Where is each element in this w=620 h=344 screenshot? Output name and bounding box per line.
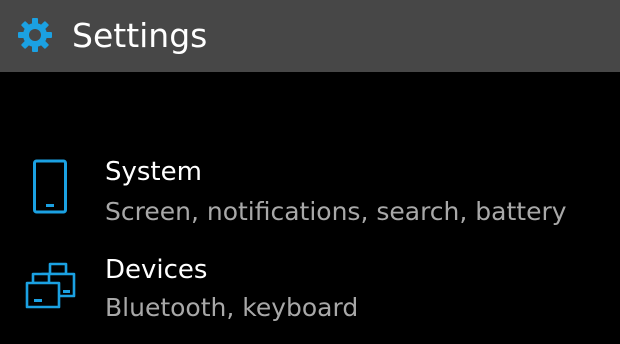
item-title: System bbox=[105, 157, 202, 187]
devices-icon bbox=[25, 262, 76, 309]
settings-item-devices[interactable]: Devices Bluetooth, keyboard bbox=[0, 248, 620, 344]
item-subtitle: Bluetooth, keyboard bbox=[105, 293, 359, 322]
settings-item-system[interactable]: System Screen, notifications, search, ba… bbox=[0, 150, 620, 246]
title-bar: Settings bbox=[0, 0, 620, 72]
phone-icon bbox=[33, 159, 67, 214]
gear-icon bbox=[18, 18, 52, 52]
item-title: Devices bbox=[105, 255, 208, 285]
page-title: Settings bbox=[72, 16, 208, 55]
item-subtitle: Screen, notifications, search, battery bbox=[105, 197, 567, 226]
